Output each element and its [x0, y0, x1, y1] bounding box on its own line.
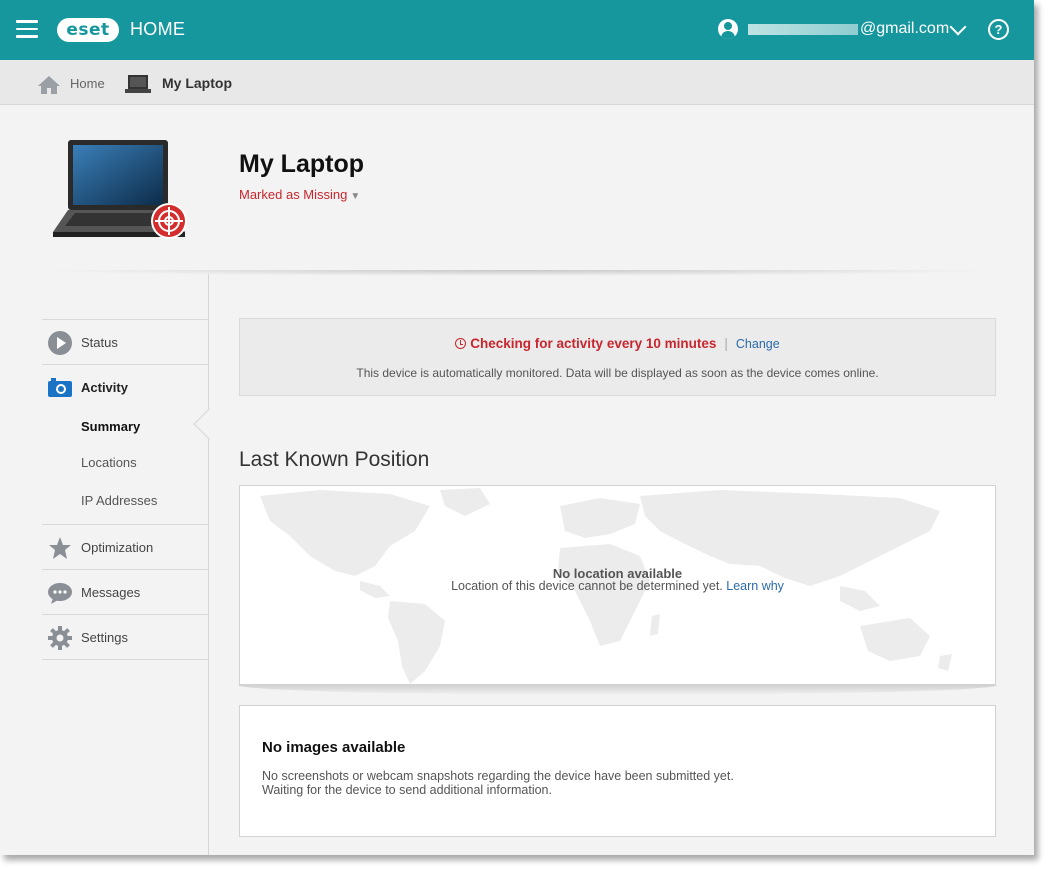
sidebar-item-label: Messages — [81, 585, 141, 600]
email-redacted[interactable] — [748, 24, 858, 35]
caret-down-icon: ▼ — [350, 191, 361, 202]
sidebar-subitem-ip-addresses[interactable]: IP Addresses — [81, 493, 157, 508]
sidebar-bottom-divider — [42, 659, 208, 660]
no-images-title: No images available — [262, 739, 406, 756]
user-icon[interactable] — [718, 19, 738, 39]
sidebar-item-settings[interactable]: Settings — [42, 614, 208, 659]
app-window: eset HOME @gmail.com ? Home My Laptop My… — [0, 0, 1034, 855]
device-title: My Laptop — [239, 150, 364, 178]
laptop-icon — [125, 75, 151, 93]
breadcrumb-current: My Laptop — [162, 75, 232, 91]
no-location-message: Location of this device cannot be determ… — [240, 579, 995, 593]
target-icon — [151, 203, 187, 239]
breadcrumb: Home My Laptop — [0, 60, 1034, 105]
location-message: Location of this device cannot be determ… — [451, 579, 723, 593]
map-card-shadow — [238, 685, 997, 695]
activity-frequency: Checking for activity every 10 minutes — [470, 336, 717, 351]
active-pointer — [193, 408, 225, 440]
account-email[interactable]: @gmail.com — [860, 20, 949, 38]
sidebar-item-messages[interactable]: Messages — [42, 569, 208, 614]
sidebar-divider — [208, 274, 209, 855]
sidebar-subitem-summary[interactable]: Summary — [81, 419, 140, 434]
activity-frequency-row: Checking for activity every 10 minutes | C… — [240, 336, 995, 351]
sidebar-item-label: Optimization — [81, 540, 154, 555]
product-name: HOME — [130, 19, 186, 39]
activity-info-panel: Checking for activity every 10 minutes | C… — [239, 318, 996, 396]
sidebar-item-activity[interactable]: Activity — [42, 364, 208, 409]
sidebar-item-optimization[interactable]: Optimization — [42, 524, 208, 569]
chevron-down-icon[interactable] — [949, 18, 967, 36]
camera-icon — [48, 378, 72, 397]
waiting-message: Waiting for the device to send additiona… — [262, 783, 552, 797]
header-divider — [30, 270, 1005, 276]
sidebar-item-status[interactable]: Status — [42, 319, 208, 364]
gear-icon — [48, 626, 72, 650]
menu-icon[interactable] — [16, 20, 38, 38]
no-images-message: No screenshots or webcam snapshots regar… — [262, 769, 734, 783]
learn-why-link[interactable]: Learn why — [726, 579, 784, 593]
separator: | — [724, 336, 728, 351]
home-icon[interactable] — [37, 75, 61, 95]
change-link[interactable]: Change — [736, 337, 780, 351]
section-title-position: Last Known Position — [239, 448, 430, 471]
monitoring-description: This device is automatically monitored. … — [356, 366, 879, 380]
location-map: No location available Location of this d… — [239, 485, 996, 685]
chat-bubble-icon — [48, 583, 72, 604]
missing-status-dropdown[interactable]: Marked as Missing ▼ — [239, 187, 360, 202]
eset-logo[interactable]: eset — [57, 18, 119, 42]
images-card: No images available No screenshots or we… — [239, 705, 996, 837]
play-circle-icon — [48, 331, 72, 355]
help-icon[interactable]: ? — [988, 19, 1009, 40]
sidebar-subitem-locations[interactable]: Locations — [81, 455, 137, 470]
breadcrumb-home[interactable]: Home — [70, 76, 105, 91]
missing-status-label: Marked as Missing — [239, 187, 348, 202]
sidebar-item-label: Status — [81, 335, 118, 350]
sidebar-item-label: Activity — [81, 380, 128, 395]
sidebar-item-label: Settings — [81, 630, 128, 645]
top-bar: eset HOME @gmail.com ? — [0, 0, 1034, 60]
clock-icon — [455, 338, 467, 349]
star-icon — [49, 537, 71, 559]
